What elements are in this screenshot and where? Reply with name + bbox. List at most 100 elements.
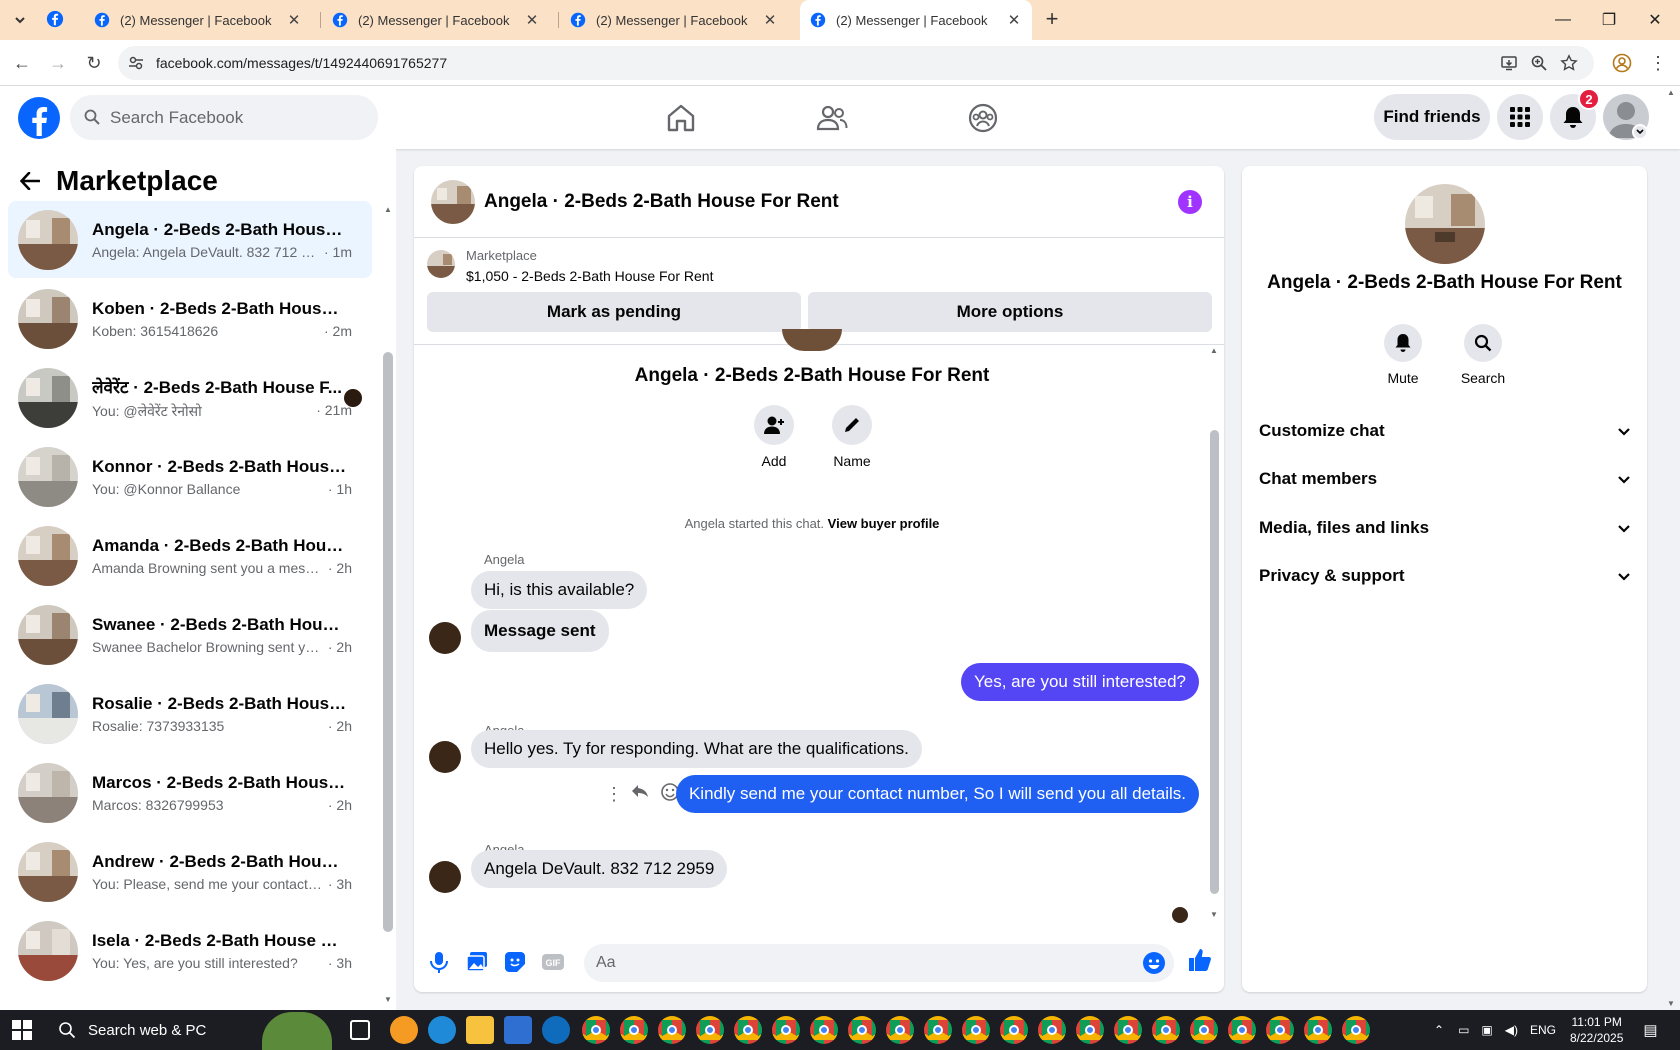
reply-icon[interactable] [630,781,650,801]
tab-messenger-1[interactable]: (2) Messenger | Facebook ✕ [84,0,312,40]
chrome-window-icon[interactable] [924,1016,952,1044]
zoom-icon[interactable] [1530,54,1548,72]
tab-search-chevron-icon[interactable] [8,8,32,32]
conversation-item[interactable]: Andrew · 2-Beds 2-Bath House F... You: Pl… [8,833,372,910]
conversation-item[interactable]: Amanda · 2-Beds 2-Bath House ... Amanda B… [8,517,372,594]
conversation-item[interactable]: Swanee · 2-Beds 2-Bath House F... Swanee … [8,596,372,673]
language-indicator[interactable]: ENG [1530,1023,1556,1037]
chrome-window-icon[interactable] [658,1016,686,1044]
mark-as-pending-button[interactable]: Mark as pending [427,292,801,332]
find-friends-button[interactable]: Find friends [1374,94,1490,140]
tab-messenger-active[interactable]: (2) Messenger | Facebook ✕ [800,0,1032,40]
chrome-window-icon[interactable] [1190,1016,1218,1044]
conversation-item[interactable]: Isela · 2-Beds 2-Bath House For ... You: … [8,912,372,989]
tab-close-icon[interactable]: ✕ [1006,11,1022,29]
tab-messenger-3[interactable]: (2) Messenger | Facebook ✕ [560,0,788,40]
minimize-icon[interactable]: — [1540,0,1586,40]
thread-scroll-down-icon[interactable]: ▼ [1210,910,1218,919]
forward-arrow-icon[interactable]: → [42,47,74,79]
chrome-window-icon[interactable] [1038,1016,1066,1044]
listing-banner[interactable]: Marketplace $1,050 - 2-Beds 2-Bath House… [414,238,1224,292]
message-bubble-outgoing[interactable]: Kindly send me your contact number, So I… [675,775,1199,813]
thumbs-up-icon[interactable] [1186,947,1212,973]
tab-close-icon[interactable]: ✕ [762,11,778,29]
network-icon[interactable]: ▣ [1481,1023,1492,1037]
new-tab-plus-icon[interactable]: + [1040,8,1064,32]
bookmark-star-icon[interactable] [1560,54,1578,72]
conversation-item[interactable]: Rosalie · 2-Beds 2-Bath House F... Rosali… [8,675,372,752]
site-settings-icon[interactable] [128,55,144,71]
section-chat-members[interactable]: Chat members [1259,459,1631,499]
facebook-search-box[interactable]: Search Facebook [70,95,378,140]
scroll-up-arrow-icon[interactable]: ▲ [384,205,392,214]
thread-scrollbar[interactable] [1210,430,1219,894]
section-customize-chat[interactable]: Customize chat [1259,411,1631,451]
chat-title[interactable]: Angela · 2-Beds 2-Bath House For Rent [484,191,839,213]
sender-avatar[interactable] [429,741,461,773]
chrome-window-icon[interactable] [1076,1016,1104,1044]
microphone-icon[interactable] [426,949,452,975]
battery-icon[interactable]: ▭ [1458,1023,1469,1037]
chrome-window-icon[interactable] [1266,1016,1294,1044]
emoji-icon[interactable] [1142,951,1166,975]
message-bubble-incoming[interactable]: Message sent [471,610,609,652]
outlook-app-icon[interactable] [542,1016,570,1044]
chrome-window-icon[interactable] [734,1016,762,1044]
browser-menu-kebab-icon[interactable]: ⋮ [1642,47,1674,79]
restore-icon[interactable]: ❐ [1586,0,1632,40]
section-privacy-support[interactable]: Privacy & support [1259,556,1631,596]
sender-avatar[interactable] [429,861,461,893]
page-scroll-down-icon[interactable]: ▼ [1667,999,1675,1008]
install-app-icon[interactable] [1500,54,1518,72]
edit-name-button[interactable]: Name [830,405,874,469]
more-options-button[interactable]: More options [808,292,1212,332]
mute-button[interactable]: Mute [1368,324,1438,386]
chrome-window-icon[interactable] [696,1016,724,1044]
edge-app-icon[interactable] [428,1016,456,1044]
chrome-window-icon[interactable] [1304,1016,1332,1044]
back-arrow-icon[interactable]: ← [6,47,38,79]
message-more-kebab-icon[interactable]: ⋮ [605,784,623,805]
groups-nav-icon[interactable] [963,98,1003,138]
tab-close-icon[interactable]: ✕ [524,11,540,29]
profile-icon[interactable] [1606,47,1638,79]
file-explorer-icon[interactable] [466,1016,494,1044]
message-bubble-incoming[interactable]: Hi, is this available? [471,571,648,609]
chrome-window-icon[interactable] [962,1016,990,1044]
chrome-window-icon[interactable] [772,1016,800,1044]
chrome-window-icon[interactable] [1000,1016,1028,1044]
chrome-window-icon[interactable] [582,1016,610,1044]
chrome-window-icon[interactable] [1114,1016,1142,1044]
chrome-window-icon[interactable] [1342,1016,1370,1044]
pinned-tab-facebook-icon[interactable] [46,10,66,30]
conversation-item[interactable]: Koben · 2-Beds 2-Bath House Fo... Koben: … [8,280,372,357]
chrome-window-icon[interactable] [810,1016,838,1044]
close-window-icon[interactable]: ✕ [1632,0,1678,40]
message-bubble-incoming[interactable]: Hello yes. Ty for responding. What are t… [471,730,922,768]
photo-icon[interactable] [464,949,490,975]
windows-start-icon[interactable] [12,1020,32,1040]
chrome-window-icon[interactable] [1228,1016,1256,1044]
conversation-item[interactable]: Konnor · 2-Beds 2-Bath House F... You: @K… [8,438,372,515]
page-scrollbar[interactable]: ▲ ▼ [1664,86,1680,1010]
chrome-window-icon[interactable] [886,1016,914,1044]
info-icon[interactable]: i [1178,190,1202,214]
taskbar-search[interactable]: Search web & PC [48,1010,332,1050]
volume-icon[interactable]: ◀) [1505,1023,1518,1037]
conversation-item[interactable]: Angela · 2-Beds 2-Bath House F... Angela:… [8,201,372,278]
scroll-down-arrow-icon[interactable]: ▼ [384,995,392,1004]
gif-icon[interactable]: GIF [540,949,566,975]
store-app-icon[interactable] [504,1016,532,1044]
task-view-icon[interactable] [350,1020,370,1040]
chrome-window-icon[interactable] [1152,1016,1180,1044]
tray-overflow-icon[interactable]: ⌃ [1434,1023,1444,1037]
account-chevron-icon[interactable] [1632,124,1648,140]
notification-center-icon[interactable]: ▤ [1643,1021,1657,1039]
tab-messenger-2[interactable]: (2) Messenger | Facebook ✕ [322,0,550,40]
view-buyer-profile-link[interactable]: View buyer profile [828,516,940,531]
friends-nav-icon[interactable] [812,98,852,138]
back-arrow-icon[interactable] [20,172,40,190]
home-nav-icon[interactable] [661,98,701,138]
conversation-item[interactable]: लेवेरेंट · 2-Beds 2-Bath House F... You: … [8,359,372,436]
reload-icon[interactable]: ↻ [78,47,110,79]
